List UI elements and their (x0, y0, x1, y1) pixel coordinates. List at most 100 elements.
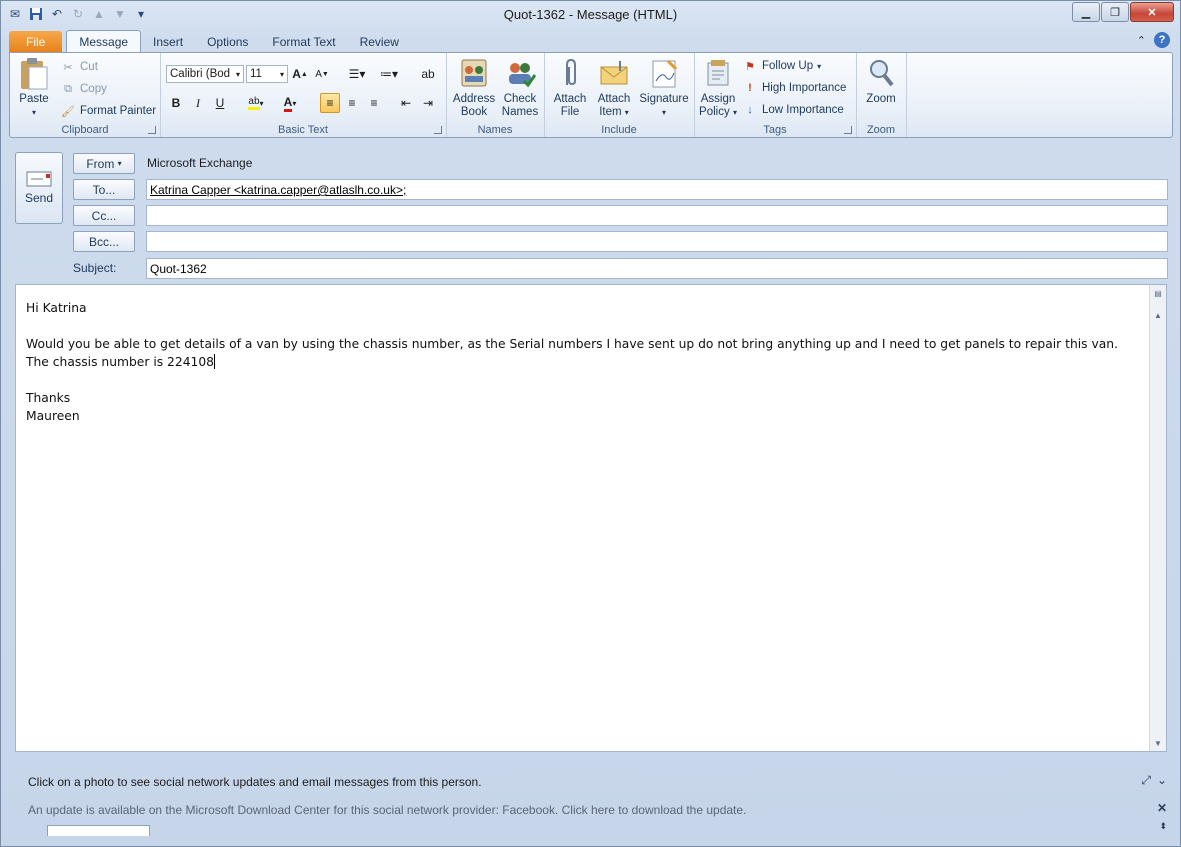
message-body-text[interactable]: Hi Katrina Would you be able to get deta… (26, 299, 1136, 425)
italic-icon[interactable]: I (188, 93, 208, 113)
assign-policy-label-1: Assign (700, 93, 736, 105)
message-header: Send From ▾ Microsoft Exchange To... Kat… (9, 141, 1173, 281)
attach-file-button[interactable]: Attach File (548, 57, 592, 119)
people-pane-photo-tab[interactable] (47, 825, 150, 836)
assign-policy-button[interactable]: Assign Policy ▾ (698, 57, 738, 119)
tab-format-text[interactable]: Format Text (260, 31, 347, 52)
basic-text-dialog-launcher-icon[interactable] (434, 126, 442, 134)
check-names-label-1: Check (503, 93, 537, 105)
to-recipient[interactable]: Katrina Capper <katrina.capper@atlaslh.c… (150, 183, 406, 197)
cc-button[interactable]: Cc... (73, 205, 135, 226)
restore-button[interactable]: ❐ (1101, 2, 1129, 22)
subject-label: Subject: (73, 261, 117, 275)
ribbon-tabs: File Message Insert Options Format Text … (9, 30, 411, 52)
align-left-icon[interactable]: ≡ (320, 93, 340, 113)
clipboard-group: Paste ▾ ✂ Cut ⧉ Copy 🖌 Format Painter Cl… (10, 53, 161, 137)
bcc-field[interactable] (146, 231, 1168, 252)
low-importance-label: Low Importance (762, 104, 844, 116)
subject-field[interactable]: Quot-1362 (146, 258, 1168, 279)
low-importance-button[interactable]: ↓ Low Importance (742, 102, 844, 118)
bold-icon[interactable]: B (166, 93, 186, 113)
policy-icon (702, 57, 734, 89)
to-field[interactable]: Katrina Capper <katrina.capper@atlaslh.c… (146, 179, 1168, 200)
attach-item-label-1: Attach (597, 93, 631, 105)
ruler-toggle-icon[interactable]: ▤ (1150, 285, 1166, 301)
cut-button[interactable]: ✂ Cut (60, 59, 98, 75)
expand-people-pane-icon[interactable]: ⤢ (1141, 773, 1151, 788)
send-button[interactable]: Send (15, 152, 63, 224)
bullets-icon[interactable]: ☰▾ (344, 64, 370, 84)
increase-indent-icon[interactable]: ⇥ (418, 93, 438, 113)
underline-icon[interactable]: U (210, 93, 230, 113)
highlight-icon[interactable]: ab ▾ (242, 93, 270, 113)
people-pane: Click on a photo to see social network u… (15, 761, 1173, 843)
shrink-font-icon[interactable]: A ▼ (312, 64, 332, 84)
send-label: Send (24, 191, 54, 205)
tab-file[interactable]: File (9, 31, 63, 52)
envelope-icon (598, 57, 630, 89)
cc-field[interactable] (146, 205, 1168, 226)
from-button[interactable]: From ▾ (73, 153, 135, 174)
tab-message[interactable]: Message (66, 30, 142, 52)
tab-insert[interactable]: Insert (141, 31, 195, 52)
paperclip-icon (554, 57, 586, 89)
names-group-label: Names (477, 124, 513, 136)
copy-icon: ⧉ (64, 82, 72, 95)
font-name-combo[interactable]: Calibri (Bod ▾ (166, 65, 244, 83)
tab-review[interactable]: Review (348, 31, 411, 52)
close-icon[interactable]: ✕ (1157, 801, 1167, 815)
body-vertical-scrollbar[interactable]: ▤ ▲ ▼ (1149, 285, 1166, 751)
scissors-icon: ✂ (63, 61, 73, 74)
font-color-icon[interactable]: A ▾ (276, 93, 304, 113)
clipboard-dialog-launcher-icon[interactable] (148, 126, 156, 134)
align-right-icon[interactable]: ≡ (364, 93, 384, 113)
minimize-ribbon-icon[interactable]: ⌃ (1137, 34, 1146, 47)
tags-dialog-launcher-icon[interactable] (844, 126, 852, 134)
address-book-label-1: Address (452, 93, 496, 105)
follow-up-label: Follow Up (762, 60, 814, 72)
address-book-label-2: Book (460, 106, 488, 118)
numbering-icon[interactable]: ≔▾ (376, 64, 402, 84)
scroll-down-icon[interactable]: ▼ (1150, 735, 1166, 751)
people-pane-update-notice[interactable]: An update is available on the Microsoft … (28, 803, 746, 817)
format-painter-button[interactable]: 🖌 Format Painter (60, 103, 156, 119)
zoom-group: Zoom Zoom (856, 53, 907, 137)
to-button[interactable]: To... (73, 179, 135, 200)
close-window-button[interactable]: ✕ (1130, 2, 1174, 22)
cc-label: Cc... (91, 208, 117, 223)
check-names-button[interactable]: Check Names (498, 57, 542, 119)
basic-text-group-label: Basic Text (278, 124, 328, 136)
chevron-down-icon: ▾ (279, 69, 284, 79)
from-label: From (86, 156, 115, 171)
zoom-group-label: Zoom (866, 124, 896, 136)
copy-button[interactable]: ⧉ Copy (60, 81, 107, 97)
help-icon[interactable]: ? (1154, 32, 1170, 48)
chevron-down-icon: ▾ (661, 108, 666, 117)
message-body-editor[interactable]: Hi Katrina Would you be able to get deta… (15, 284, 1167, 752)
font-size-value: 11 (250, 68, 262, 80)
grow-font-icon[interactable]: A ▲ (290, 64, 310, 84)
high-importance-button[interactable]: ! High Importance (742, 80, 846, 96)
scroll-up-icon[interactable]: ▲ (1150, 307, 1166, 323)
follow-up-button[interactable]: ⚑ Follow Up ▾ (742, 58, 821, 74)
clear-formatting-icon[interactable]: ab (418, 64, 438, 84)
zoom-button[interactable]: Zoom (860, 57, 902, 106)
bcc-button[interactable]: Bcc... (73, 231, 135, 252)
tab-options[interactable]: Options (195, 31, 260, 52)
signature-button[interactable]: Signature ▾ (636, 57, 692, 119)
decrease-indent-icon[interactable]: ⇤ (396, 93, 416, 113)
zoom-label: Zoom (866, 93, 896, 105)
align-center-icon[interactable]: ≡ (342, 93, 362, 113)
paste-button[interactable]: Paste ▾ (16, 57, 52, 119)
minimize-button[interactable]: ▁ (1072, 2, 1100, 22)
tags-group-label: Tags (763, 124, 787, 136)
font-name-value: Calibri (Bod (170, 68, 231, 80)
format-painter-label: Format Painter (80, 105, 157, 117)
paste-label: Paste (19, 93, 49, 105)
address-book-button[interactable]: Address Book (450, 57, 498, 119)
font-size-combo[interactable]: 11 ▾ (246, 65, 288, 83)
people-pane-scroll-icon[interactable]: ⬍ (1159, 821, 1167, 832)
chevron-down-icon[interactable]: ⌄ (1157, 773, 1167, 787)
include-group: Attach File Attach Item ▾ Signature ▾ In… (544, 53, 695, 137)
attach-item-button[interactable]: Attach Item ▾ (592, 57, 636, 119)
